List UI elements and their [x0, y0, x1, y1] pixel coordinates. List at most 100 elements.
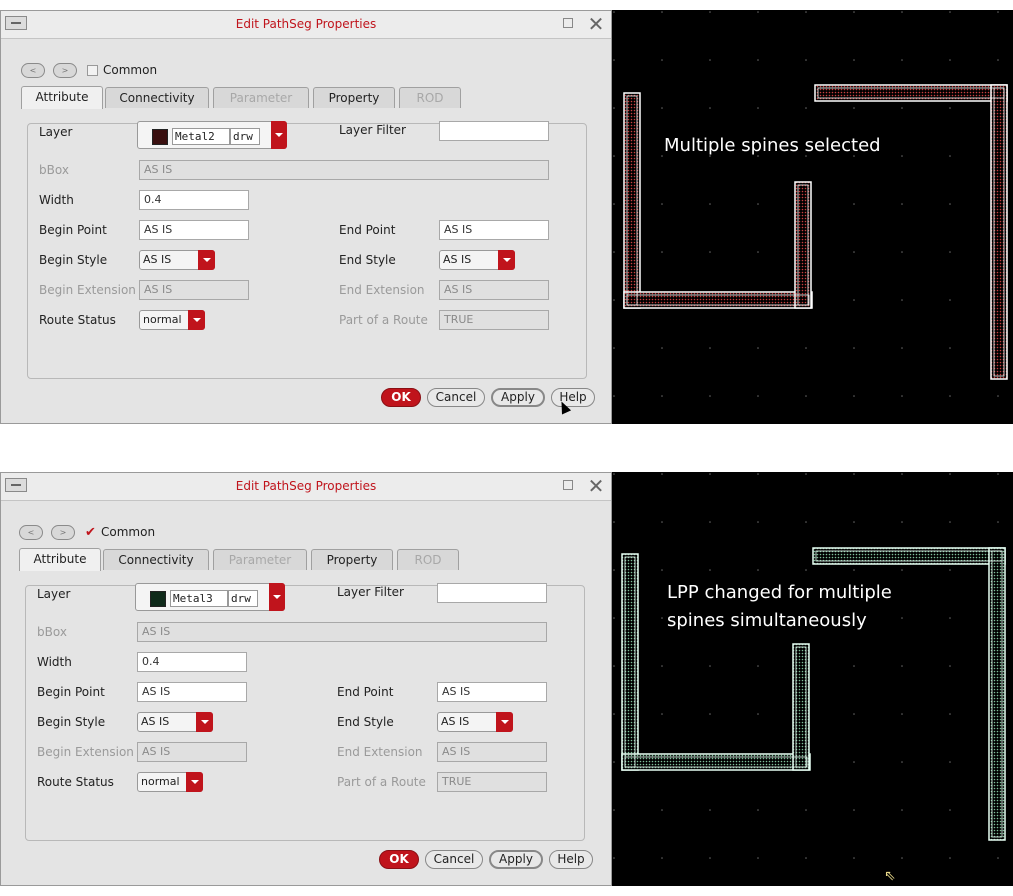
minimize-icon[interactable]: [563, 18, 573, 28]
common-checkbox-checked-icon[interactable]: ✔: [85, 526, 96, 539]
width-input[interactable]: 0.4: [137, 652, 247, 672]
tab-property[interactable]: Property: [311, 549, 393, 570]
width-label: Width: [39, 193, 74, 207]
layer-purpose: drw: [228, 590, 258, 607]
layer-name: Metal3: [170, 590, 228, 607]
bbox-field: AS IS: [137, 622, 547, 642]
width-label: Width: [37, 655, 72, 669]
tab-parameter: Parameter: [213, 549, 307, 570]
begin-point-label: Begin Point: [39, 223, 107, 237]
begin-style-label: Begin Style: [39, 253, 108, 267]
apply-button[interactable]: Apply: [489, 850, 543, 869]
layer-filter-input[interactable]: [437, 583, 547, 603]
begin-extension-label: Begin Extension: [37, 745, 134, 759]
prev-arrow-icon[interactable]: <: [21, 63, 45, 78]
layout-caption: Multiple spines selected: [664, 132, 881, 160]
layout-canvas[interactable]: Multiple spines selected: [612, 10, 1013, 424]
chevron-down-icon[interactable]: [271, 121, 287, 149]
layout-drawing: [612, 472, 1013, 886]
route-status-select[interactable]: normal: [137, 772, 203, 792]
part-of-route-label: Part of a Route: [337, 775, 426, 789]
prev-arrow-icon[interactable]: <: [19, 525, 43, 540]
route-status-label: Route Status: [39, 313, 116, 327]
begin-extension-field: AS IS: [137, 742, 247, 762]
chevron-down-icon[interactable]: [498, 250, 515, 270]
part-of-route-label: Part of a Route: [339, 313, 428, 327]
panel-separator: [0, 424, 1013, 472]
begin-point-input[interactable]: AS IS: [139, 220, 249, 240]
close-icon[interactable]: ✕: [585, 13, 607, 35]
tab-rod: ROD: [397, 549, 459, 570]
panel-bottom: Edit PathSeg Properties ✕ < > ✔ Common A…: [0, 472, 1013, 886]
end-point-input[interactable]: AS IS: [437, 682, 547, 702]
cancel-button[interactable]: Cancel: [427, 388, 485, 407]
begin-style-select[interactable]: AS IS: [139, 250, 215, 270]
end-extension-field: AS IS: [437, 742, 547, 762]
tab-attribute[interactable]: Attribute: [21, 86, 103, 109]
layer-select[interactable]: Metal2 drw: [137, 121, 287, 149]
width-input[interactable]: 0.4: [139, 190, 249, 210]
begin-style-label: Begin Style: [37, 715, 106, 729]
part-of-route-field: TRUE: [439, 310, 549, 330]
layer-select[interactable]: Metal3 drw: [135, 583, 285, 611]
end-extension-label: End Extension: [339, 283, 425, 297]
begin-style-value: AS IS: [143, 253, 172, 266]
tab-connectivity[interactable]: Connectivity: [103, 549, 209, 570]
layer-filter-label: Layer Filter: [337, 585, 404, 599]
caption-line: spines simultaneously: [667, 610, 867, 631]
end-point-label: End Point: [337, 685, 394, 699]
mouse-cursor-icon: ⇖: [884, 868, 896, 884]
dialog-title: Edit PathSeg Properties: [235, 479, 377, 493]
chevron-down-icon[interactable]: [496, 712, 513, 732]
end-point-label: End Point: [339, 223, 396, 237]
layout-canvas[interactable]: LPP changed for multiple spines simultan…: [612, 472, 1013, 886]
tab-attribute[interactable]: Attribute: [19, 548, 101, 571]
end-style-value: AS IS: [443, 253, 472, 266]
layer-purpose: drw: [230, 128, 260, 145]
begin-point-input[interactable]: AS IS: [137, 682, 247, 702]
end-extension-field: AS IS: [439, 280, 549, 300]
minimize-icon[interactable]: [563, 480, 573, 490]
route-status-select[interactable]: normal: [139, 310, 205, 330]
route-status-value: normal: [141, 775, 180, 788]
ok-button[interactable]: OK: [381, 388, 421, 407]
help-button[interactable]: Help: [549, 850, 593, 869]
ok-button[interactable]: OK: [379, 850, 419, 869]
end-style-value: AS IS: [441, 715, 470, 728]
chevron-down-icon[interactable]: [269, 583, 285, 611]
chevron-down-icon[interactable]: [196, 712, 213, 732]
route-status-label: Route Status: [37, 775, 114, 789]
chevron-down-icon[interactable]: [188, 310, 205, 330]
caption-line: Multiple spines selected: [664, 135, 881, 156]
chevron-down-icon[interactable]: [198, 250, 215, 270]
route-status-value: normal: [143, 313, 182, 326]
title-bar[interactable]: Edit PathSeg Properties ✕: [1, 11, 611, 39]
begin-extension-field: AS IS: [139, 280, 249, 300]
end-style-select[interactable]: AS IS: [439, 250, 515, 270]
bbox-label: bBox: [37, 625, 67, 639]
tab-property[interactable]: Property: [313, 87, 395, 108]
end-style-label: End Style: [337, 715, 394, 729]
layer-name: Metal2: [172, 128, 230, 145]
end-point-input[interactable]: AS IS: [439, 220, 549, 240]
next-arrow-icon[interactable]: >: [53, 63, 77, 78]
begin-extension-label: Begin Extension: [39, 283, 136, 297]
dialog-title: Edit PathSeg Properties: [235, 17, 377, 31]
common-checkbox[interactable]: [87, 65, 98, 76]
layer-swatch: [152, 129, 168, 145]
caption-line: LPP changed for multiple: [667, 582, 892, 603]
layer-filter-input[interactable]: [439, 121, 549, 141]
close-icon[interactable]: ✕: [585, 475, 607, 497]
end-style-select[interactable]: AS IS: [437, 712, 513, 732]
end-style-label: End Style: [339, 253, 396, 267]
chevron-down-icon[interactable]: [186, 772, 203, 792]
next-arrow-icon[interactable]: >: [51, 525, 75, 540]
title-bar[interactable]: Edit PathSeg Properties ✕: [1, 473, 611, 501]
apply-button[interactable]: Apply: [491, 388, 545, 407]
cancel-button[interactable]: Cancel: [425, 850, 483, 869]
tab-connectivity[interactable]: Connectivity: [105, 87, 209, 108]
bbox-label: bBox: [39, 163, 69, 177]
layout-drawing: [612, 10, 1013, 424]
begin-style-select[interactable]: AS IS: [137, 712, 213, 732]
layer-swatch: [150, 591, 166, 607]
